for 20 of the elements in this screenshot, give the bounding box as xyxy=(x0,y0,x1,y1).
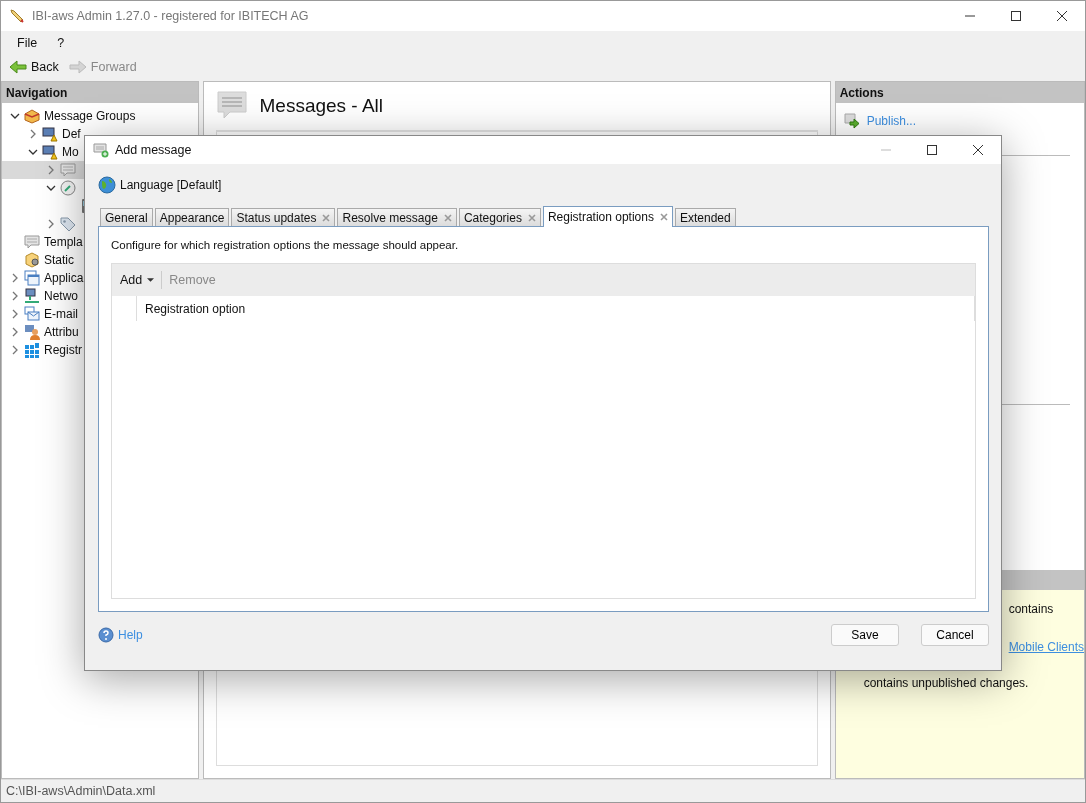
tree-item-label: Static xyxy=(44,253,74,267)
tree-item-label: Def xyxy=(62,127,81,141)
tree-item-label: Attribu xyxy=(44,325,79,339)
tree-item-label: Message Groups xyxy=(44,109,136,123)
page-title: Messages - All xyxy=(259,95,384,117)
tree-item-label: E-mail xyxy=(44,307,78,321)
window-title: IBI-aws Admin 1.27.0 - registered for IBITECH AG xyxy=(32,9,309,23)
language-label: Language [Default] xyxy=(120,178,222,192)
notice-text: contains xyxy=(1008,602,1054,616)
notice-text: contains unpublished changes. xyxy=(863,676,1029,690)
tree-item-label: Registr xyxy=(44,343,82,357)
file-path: C:\IBI-aws\Admin\Data.xml xyxy=(6,784,156,798)
dialog-title: Add message xyxy=(115,143,192,157)
tree-item-label: Templa xyxy=(44,235,83,249)
tree-item-label: Netwo xyxy=(44,289,78,303)
description-text: Configure for which registration options the message should appear. xyxy=(111,239,460,251)
panel-header: Navigation xyxy=(2,82,198,103)
tree-item-label: Applica xyxy=(44,271,84,285)
panel-header: Actions xyxy=(835,82,1084,103)
tree-item-label: Mo xyxy=(62,145,79,159)
